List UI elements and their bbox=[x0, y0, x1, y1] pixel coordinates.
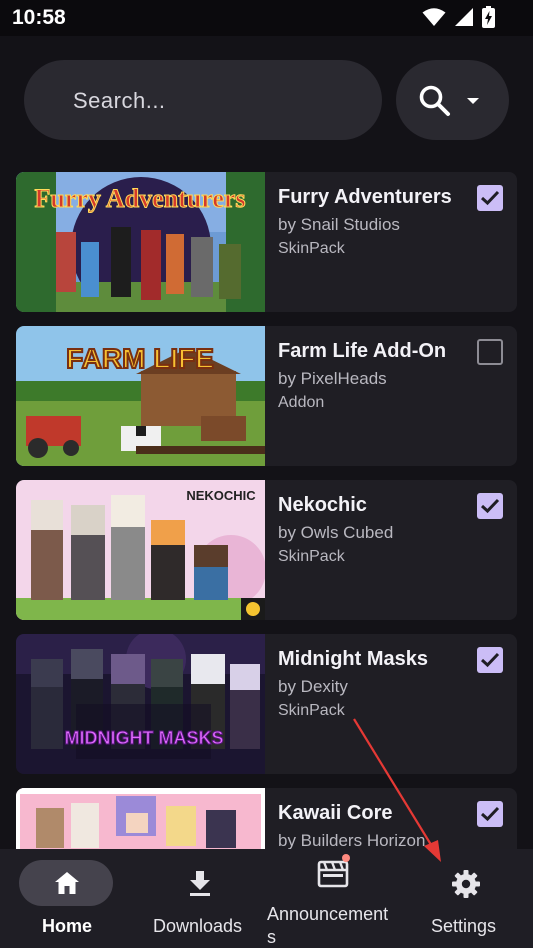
download-icon bbox=[190, 871, 210, 896]
pack-title: Nekochic bbox=[278, 494, 367, 516]
pack-thumbnail: MIDNIGHT MASKS bbox=[16, 634, 265, 774]
wifi-icon bbox=[422, 8, 446, 26]
pack-checkbox[interactable] bbox=[477, 493, 503, 519]
pack-thumbnail: NEKOCHIC bbox=[16, 480, 265, 620]
pack-title: Midnight Masks bbox=[278, 648, 429, 670]
thumb-title: MIDNIGHT MASKS bbox=[65, 728, 224, 748]
thumb-title: Furry Adventurers bbox=[34, 184, 245, 213]
pack-title: Kawaii Core bbox=[278, 802, 393, 824]
pack-card[interactable]: FARM LIFE Farm Life Add-On by PixelHeads… bbox=[16, 326, 517, 466]
pack-type: SkinPack bbox=[278, 240, 345, 257]
check-icon bbox=[480, 806, 500, 822]
gear-icon bbox=[452, 870, 480, 898]
pack-thumbnail bbox=[16, 788, 265, 849]
pack-author: by Snail Studios bbox=[278, 215, 400, 234]
home-icon bbox=[55, 872, 79, 894]
status-bar: 10:58 bbox=[0, 0, 533, 36]
bottom-nav: Home Downloads Announcement s Settings bbox=[0, 849, 533, 948]
pack-card[interactable]: Kawaii Core by Builders Horizon SkinPack bbox=[16, 788, 517, 849]
pack-type: SkinPack bbox=[278, 548, 345, 565]
nav-downloads[interactable]: Downloads bbox=[133, 849, 266, 948]
pack-author: by Owls Cubed bbox=[278, 523, 394, 542]
pack-checkbox[interactable] bbox=[477, 339, 503, 365]
check-icon bbox=[480, 652, 500, 668]
nav-announcements-label-wrap: s bbox=[267, 927, 276, 947]
pack-author: by PixelHeads bbox=[278, 369, 387, 388]
announcements-icon bbox=[317, 854, 350, 888]
pack-checkbox[interactable] bbox=[477, 801, 503, 827]
caret-down-icon[interactable] bbox=[466, 97, 480, 105]
check-icon bbox=[480, 498, 500, 514]
search-input[interactable] bbox=[71, 60, 365, 142]
pack-author: by Builders Horizon bbox=[278, 831, 426, 849]
search-box bbox=[24, 60, 382, 142]
nav-settings-label: Settings bbox=[431, 916, 497, 936]
battery-charging-icon bbox=[482, 6, 495, 28]
pack-type: SkinPack bbox=[278, 702, 345, 719]
thumb-title: FARM LIFE bbox=[66, 343, 214, 374]
check-icon bbox=[480, 190, 500, 206]
pack-checkbox[interactable] bbox=[477, 647, 503, 673]
nav-home[interactable]: Home bbox=[0, 849, 133, 948]
nav-downloads-label: Downloads bbox=[153, 916, 243, 936]
pack-thumbnail: Furry Adventurers bbox=[16, 172, 265, 312]
pack-author: by Dexity bbox=[278, 677, 348, 696]
search-icon bbox=[419, 85, 450, 116]
nav-announcements[interactable]: Announcement s bbox=[266, 849, 399, 948]
nav-settings[interactable]: Settings bbox=[399, 849, 533, 948]
thumb-title: NEKOCHIC bbox=[186, 488, 256, 503]
pack-list: Furry Adventurers Furry Adventurers by S… bbox=[16, 172, 517, 849]
nav-announcements-label: Announcement bbox=[267, 904, 389, 924]
pack-thumbnail: FARM LIFE bbox=[16, 326, 265, 466]
nav-home-label: Home bbox=[42, 916, 93, 936]
pack-card[interactable]: Furry Adventurers Furry Adventurers by S… bbox=[16, 172, 517, 312]
pack-card[interactable]: MIDNIGHT MASKS Midnight Masks by Dexity … bbox=[16, 634, 517, 774]
status-time: 10:58 bbox=[12, 6, 66, 29]
cellular-signal-icon bbox=[455, 8, 473, 26]
pack-checkbox[interactable] bbox=[477, 185, 503, 211]
pack-title: Furry Adventurers bbox=[278, 186, 452, 208]
pack-card[interactable]: NEKOCHIC Nekochic by Owls Cubed SkinPack bbox=[16, 480, 517, 620]
status-icons bbox=[422, 6, 495, 28]
pack-title: Farm Life Add-On bbox=[278, 340, 447, 362]
search-button[interactable] bbox=[396, 60, 509, 140]
pack-type: Addon bbox=[278, 394, 325, 411]
